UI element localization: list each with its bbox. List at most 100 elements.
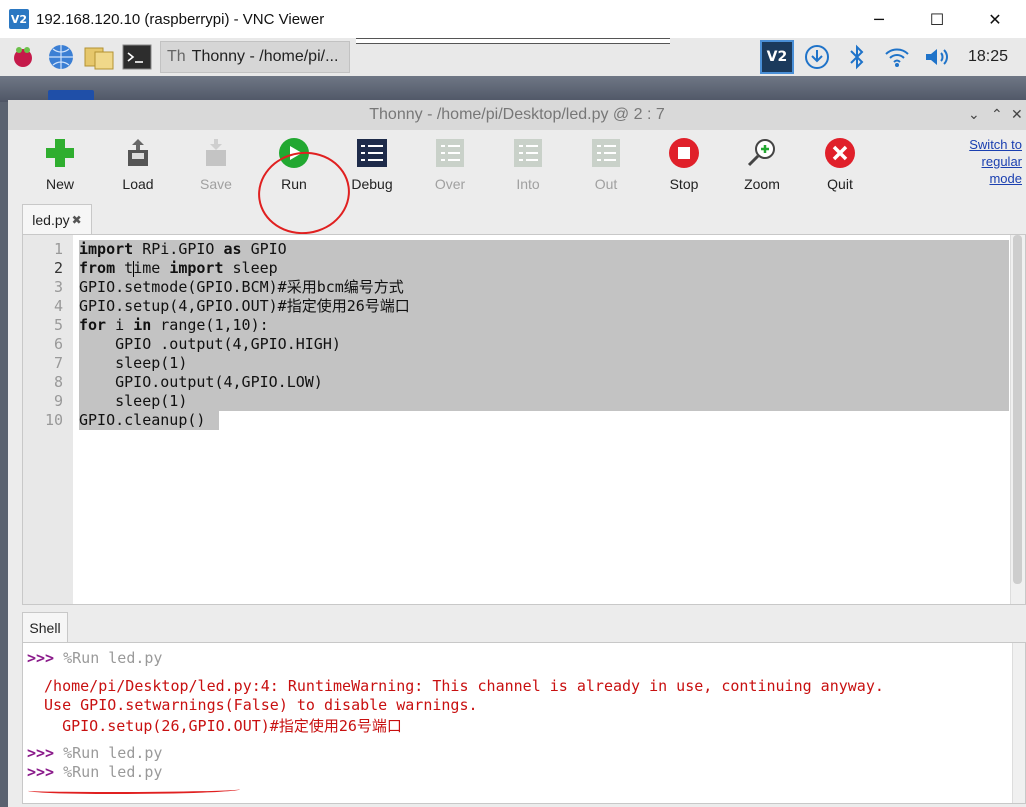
minimize-button[interactable]: ─: [850, 0, 908, 38]
shell-scrollbar[interactable]: [1012, 643, 1025, 803]
code-line: GPIO.setup(4,GPIO.OUT)#指定使用26号端口: [79, 297, 410, 315]
vnc-logo-icon: V2: [9, 9, 29, 29]
shell-command-line: >>> %Run led.py: [27, 744, 162, 762]
switch-mode-line-3: mode: [989, 171, 1022, 186]
shell-command: %Run led.py: [54, 744, 163, 762]
switch-to-regular-mode-link[interactable]: Switch to regular mode: [960, 136, 1022, 187]
window-menu-chevron-down-icon[interactable]: ⌄: [968, 106, 980, 123]
shell-prompt: >>>: [27, 649, 55, 667]
vnc-window-title: 192.168.120.10 (raspberrypi) - VNC Viewe…: [36, 10, 325, 28]
editor-tab-led-py[interactable]: led.py ✖: [22, 204, 92, 235]
code-text: GPIO: [241, 240, 287, 258]
quit-icon: [823, 136, 857, 170]
shell-command-line: >>> %Run led.py: [27, 649, 162, 667]
shell-error-line: Use GPIO.setwarnings(False) to disable w…: [35, 696, 478, 714]
code-line: import RPi.GPIO as GPIO: [79, 240, 287, 259]
line-number: 1: [53, 240, 63, 258]
save-file-icon: [199, 136, 233, 170]
shell-prompt: >>>: [27, 763, 55, 781]
code-line: GPIO .output(4,GPIO.HIGH): [79, 335, 341, 353]
new-button[interactable]: New: [24, 136, 96, 192]
step-out-button[interactable]: Out: [570, 136, 642, 192]
zoom-label: Zoom: [744, 176, 780, 192]
quit-label: Quit: [827, 176, 853, 192]
code-editor[interactable]: 1 2 3 4 5 6 7 8 9 10 import RPi.GPIO as …: [22, 234, 1026, 605]
line-number-gutter: 1 2 3 4 5 6 7 8 9 10: [23, 235, 73, 604]
step-into-button[interactable]: Into: [492, 136, 564, 192]
download-icon[interactable]: [800, 40, 834, 74]
step-into-icon: [511, 136, 545, 170]
line-number: 4: [53, 297, 63, 315]
zoom-button[interactable]: Zoom: [726, 136, 798, 192]
code-text: range(1,10):: [151, 316, 269, 334]
line-number: 2: [53, 259, 63, 277]
terminal-icon[interactable]: [122, 42, 152, 72]
code-line: sleep(1): [79, 354, 188, 372]
shell-error-line: GPIO.setup(26,GPIO.OUT)#指定使用26号端口: [35, 717, 402, 735]
code-line: GPIO.cleanup(): [79, 411, 206, 429]
bluetooth-icon[interactable]: [840, 40, 874, 74]
editor-scrollbar[interactable]: [1010, 235, 1025, 604]
keyword: import: [79, 240, 134, 258]
keyword: from: [79, 259, 116, 277]
vnc-server-icon[interactable]: V2: [759, 40, 794, 74]
code-text: RPi.GPIO: [133, 240, 224, 258]
web-browser-icon[interactable]: [46, 42, 76, 72]
tab-close-icon[interactable]: ✖: [72, 213, 82, 227]
editor-tab-label: led.py: [32, 212, 70, 228]
load-label: Load: [122, 176, 154, 192]
new-label: New: [45, 176, 74, 192]
switch-mode-line-1: Switch to: [969, 137, 1022, 152]
line-number: 7: [53, 354, 63, 372]
line-number: 8: [53, 373, 63, 391]
code-text: sleep: [223, 259, 278, 277]
system-tray: V2 18:25: [754, 38, 1026, 76]
keyword: as: [223, 240, 242, 258]
stop-label: Stop: [669, 176, 699, 192]
thonny-task-icon: Th: [167, 48, 186, 65]
step-over-button[interactable]: Over: [414, 136, 486, 192]
line-number: 3: [53, 278, 63, 296]
quit-button[interactable]: Quit: [804, 136, 876, 192]
thonny-window-title: Thonny - /home/pi/Desktop/led.py @ 2 : 7: [369, 106, 665, 123]
editor-scrollbar-thumb[interactable]: [1013, 235, 1022, 584]
stop-button[interactable]: Stop: [648, 136, 720, 192]
save-button[interactable]: Save: [180, 136, 252, 192]
desktop-background: [0, 76, 1026, 102]
code-line: GPIO.setmode(GPIO.BCM)#采用bcm编号方式: [79, 278, 404, 296]
line-number: 10: [44, 411, 63, 429]
clock: 18:25: [967, 48, 1008, 65]
out-label: Out: [594, 176, 618, 192]
raspberry-menu-icon[interactable]: [8, 42, 38, 72]
line-number: 5: [53, 316, 63, 334]
taskbar-thonny-task[interactable]: Th Thonny - /home/pi/...: [160, 41, 350, 73]
window-close-icon[interactable]: ✕: [1011, 106, 1023, 123]
wifi-icon[interactable]: [880, 40, 914, 74]
thonny-toolbar: New Load Save Run Debug Over Into Out St…: [8, 130, 1026, 241]
shell-tab[interactable]: Shell: [22, 612, 68, 643]
line-number: 9: [53, 392, 63, 410]
code-line: GPIO.output(4,GPIO.LOW): [79, 373, 323, 391]
line-number: 6: [53, 335, 63, 353]
keyword: in: [133, 316, 152, 334]
load-button[interactable]: Load: [102, 136, 174, 192]
shell-command: %Run led.py: [54, 763, 163, 781]
keyword: for: [79, 316, 107, 334]
window-chevron-up-icon[interactable]: ⌃: [991, 106, 1003, 123]
plus-icon: [43, 136, 77, 170]
code-text: ime: [133, 259, 170, 277]
file-manager-icon[interactable]: [84, 42, 114, 72]
stop-icon: [667, 136, 701, 170]
maximize-button[interactable]: ☐: [908, 0, 966, 38]
code-line: from time import sleep: [79, 259, 278, 278]
taskbar-spacer: [356, 38, 670, 44]
step-out-icon: [589, 136, 623, 170]
volume-icon[interactable]: [920, 40, 954, 74]
shell-command-line: >>> %Run led.py: [27, 763, 162, 781]
code-text: t: [115, 259, 134, 277]
save-label: Save: [200, 176, 232, 192]
close-button[interactable]: ✕: [966, 0, 1024, 38]
step-over-icon: [433, 136, 467, 170]
thonny-titlebar: Thonny - /home/pi/Desktop/led.py @ 2 : 7…: [8, 100, 1026, 130]
shell-panel[interactable]: >>> %Run led.py /home/pi/Desktop/led.py:…: [22, 642, 1026, 804]
